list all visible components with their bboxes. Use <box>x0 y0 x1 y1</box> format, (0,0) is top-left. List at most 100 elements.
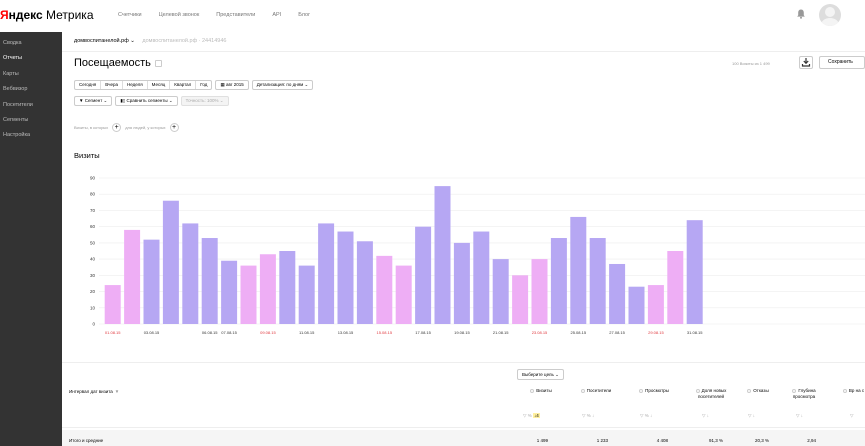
sidebar-item-summary[interactable]: Сводка <box>0 36 62 51</box>
grouping-header[interactable]: Интервал дат визита ▼ <box>69 389 119 394</box>
chart-bar[interactable] <box>395 265 412 324</box>
col-tools-new-visitors[interactable]: ▽ ↓ <box>702 413 709 419</box>
sort-icon: ↓ <box>800 413 803 418</box>
y-tick-label: 10 <box>90 305 96 310</box>
nav-target-call[interactable]: Целевой звонок <box>159 10 200 20</box>
metric-dot-icon <box>792 388 797 393</box>
x-tick-label: 29.08.15 <box>648 330 664 335</box>
chart-bar[interactable] <box>240 265 257 324</box>
nav-blog[interactable]: Блог <box>298 10 310 20</box>
y-tick-label: 0 <box>92 322 95 327</box>
sidebar-item-reports[interactable]: Отчеты <box>0 51 62 66</box>
sort-icon: ↓ <box>752 413 755 418</box>
filter-icon: ▽ <box>702 413 706 418</box>
chart-bar[interactable] <box>279 251 296 324</box>
x-tick-label: 06.08.15 <box>202 330 218 335</box>
sort-active-icon: ↓4 <box>533 413 540 418</box>
filter-icon: ▽ <box>582 413 586 418</box>
nav-counters[interactable]: Счетчики <box>118 10 142 20</box>
x-tick-label: 31.08.15 <box>687 330 703 335</box>
chart-bar[interactable] <box>628 286 645 324</box>
chart-bar[interactable] <box>337 231 354 324</box>
sort-icon: ↓ <box>706 413 709 418</box>
filter-icon: ▽ <box>640 413 644 418</box>
avatar-head <box>825 7 835 17</box>
nav-api[interactable]: API <box>272 10 281 20</box>
chart-bar[interactable] <box>356 241 373 324</box>
x-tick-label: 03.08.15 <box>144 330 160 335</box>
chart-bar[interactable] <box>570 216 587 324</box>
chart-bar[interactable] <box>667 251 684 324</box>
main-content: домвоспитанелой.рф ⌄ домвоспитанелой.рф … <box>62 32 865 446</box>
chart-bar[interactable] <box>686 220 703 324</box>
metric-dot-icon <box>695 388 700 393</box>
col-tools-visits[interactable]: ▽ % ↓4 <box>523 413 540 419</box>
chart-bar[interactable] <box>376 255 393 324</box>
col-header-visitors[interactable]: Посетители <box>567 388 625 394</box>
chart-bar[interactable] <box>298 265 315 324</box>
filter-icon: ▽ <box>748 413 752 418</box>
chart-bar[interactable] <box>647 285 664 324</box>
chart-bar[interactable] <box>318 223 335 324</box>
total-row-label: Итого и средние <box>69 438 104 443</box>
total-pageviews: 4 408 <box>656 438 668 443</box>
chart-bar[interactable] <box>124 229 141 324</box>
chart-bar[interactable] <box>434 186 451 324</box>
col-header-time[interactable]: Вр на с <box>842 388 865 394</box>
logo-metrika: Метрика <box>42 8 94 22</box>
total-visitors: 1 233 <box>596 438 608 443</box>
user-avatar-icon[interactable] <box>819 4 841 26</box>
bell-icon[interactable] <box>795 8 807 20</box>
sidebar-item-webvisor[interactable]: Вебвизор <box>0 82 62 97</box>
sidebar-item-segments[interactable]: Сегменты <box>0 113 62 128</box>
chart-bar[interactable] <box>259 254 276 324</box>
chart-bar[interactable] <box>221 260 238 324</box>
chart-bar[interactable] <box>492 259 509 324</box>
chart-bar[interactable] <box>162 200 179 324</box>
percent-icon: % <box>527 413 532 418</box>
filter-icon: ▽ <box>796 413 800 418</box>
total-bounce: 20,3 % <box>754 438 769 443</box>
chart-bar[interactable] <box>473 231 490 324</box>
sidebar-item-maps[interactable]: Карты <box>0 67 62 82</box>
chart-bar[interactable] <box>609 263 626 324</box>
chart-bar[interactable] <box>182 223 199 324</box>
col-header-depth[interactable]: Глубина просмотра <box>782 388 826 399</box>
chart-bar[interactable] <box>104 285 121 324</box>
chart-bar[interactable] <box>512 275 529 324</box>
col-tools-bounce[interactable]: ▽ ↓ <box>748 413 755 419</box>
x-tick-label: 23.08.15 <box>532 330 548 335</box>
col-header-pageviews[interactable]: Просмотры <box>628 388 680 394</box>
chart-bar[interactable] <box>550 238 567 324</box>
chart-bar[interactable] <box>453 242 470 324</box>
col-tools-visitors[interactable]: ▽ % ↓ <box>582 413 594 419</box>
goal-select-text: Выберите цель <box>522 372 554 377</box>
chart-bar[interactable] <box>143 239 160 324</box>
col-label: Отказы <box>753 388 769 393</box>
chart-bar[interactable] <box>201 238 218 324</box>
total-depth: 2,94 <box>807 438 816 443</box>
x-tick-label: 19.08.15 <box>454 330 470 335</box>
chart-bar[interactable] <box>589 238 606 324</box>
col-header-new-visitors[interactable]: Доля новых посетителей <box>687 388 735 399</box>
x-tick-label: 25.08.15 <box>571 330 587 335</box>
yandex-metrika-logo[interactable]: Яндекс Метрика <box>0 7 94 23</box>
metric-dot-icon <box>530 388 535 393</box>
col-header-bounce[interactable]: Отказы <box>738 388 778 394</box>
col-tools-time[interactable]: ▽ <box>850 413 853 419</box>
col-tools-depth[interactable]: ▽ ↓ <box>796 413 803 419</box>
nav-representatives[interactable]: Представители <box>216 10 255 20</box>
col-header-visits[interactable]: Визиты <box>517 388 565 394</box>
y-tick-label: 40 <box>90 257 96 262</box>
chart-bar[interactable] <box>531 259 548 324</box>
goal-select[interactable]: Выберите цель ⌄ <box>517 369 564 380</box>
col-tools-pageviews[interactable]: ▽ % ↓ <box>640 413 652 419</box>
sidebar-item-settings[interactable]: Настройка <box>0 128 62 143</box>
chart-bar[interactable] <box>415 226 432 324</box>
sidebar-item-visitors[interactable]: Посетители <box>0 98 62 113</box>
col-label: Визиты <box>536 388 552 393</box>
avatar-body <box>821 18 839 26</box>
col-label: Доля новых посетителей <box>697 388 727 399</box>
y-tick-label: 70 <box>90 208 96 213</box>
grouping-label: Интервал дат визита <box>69 389 113 394</box>
